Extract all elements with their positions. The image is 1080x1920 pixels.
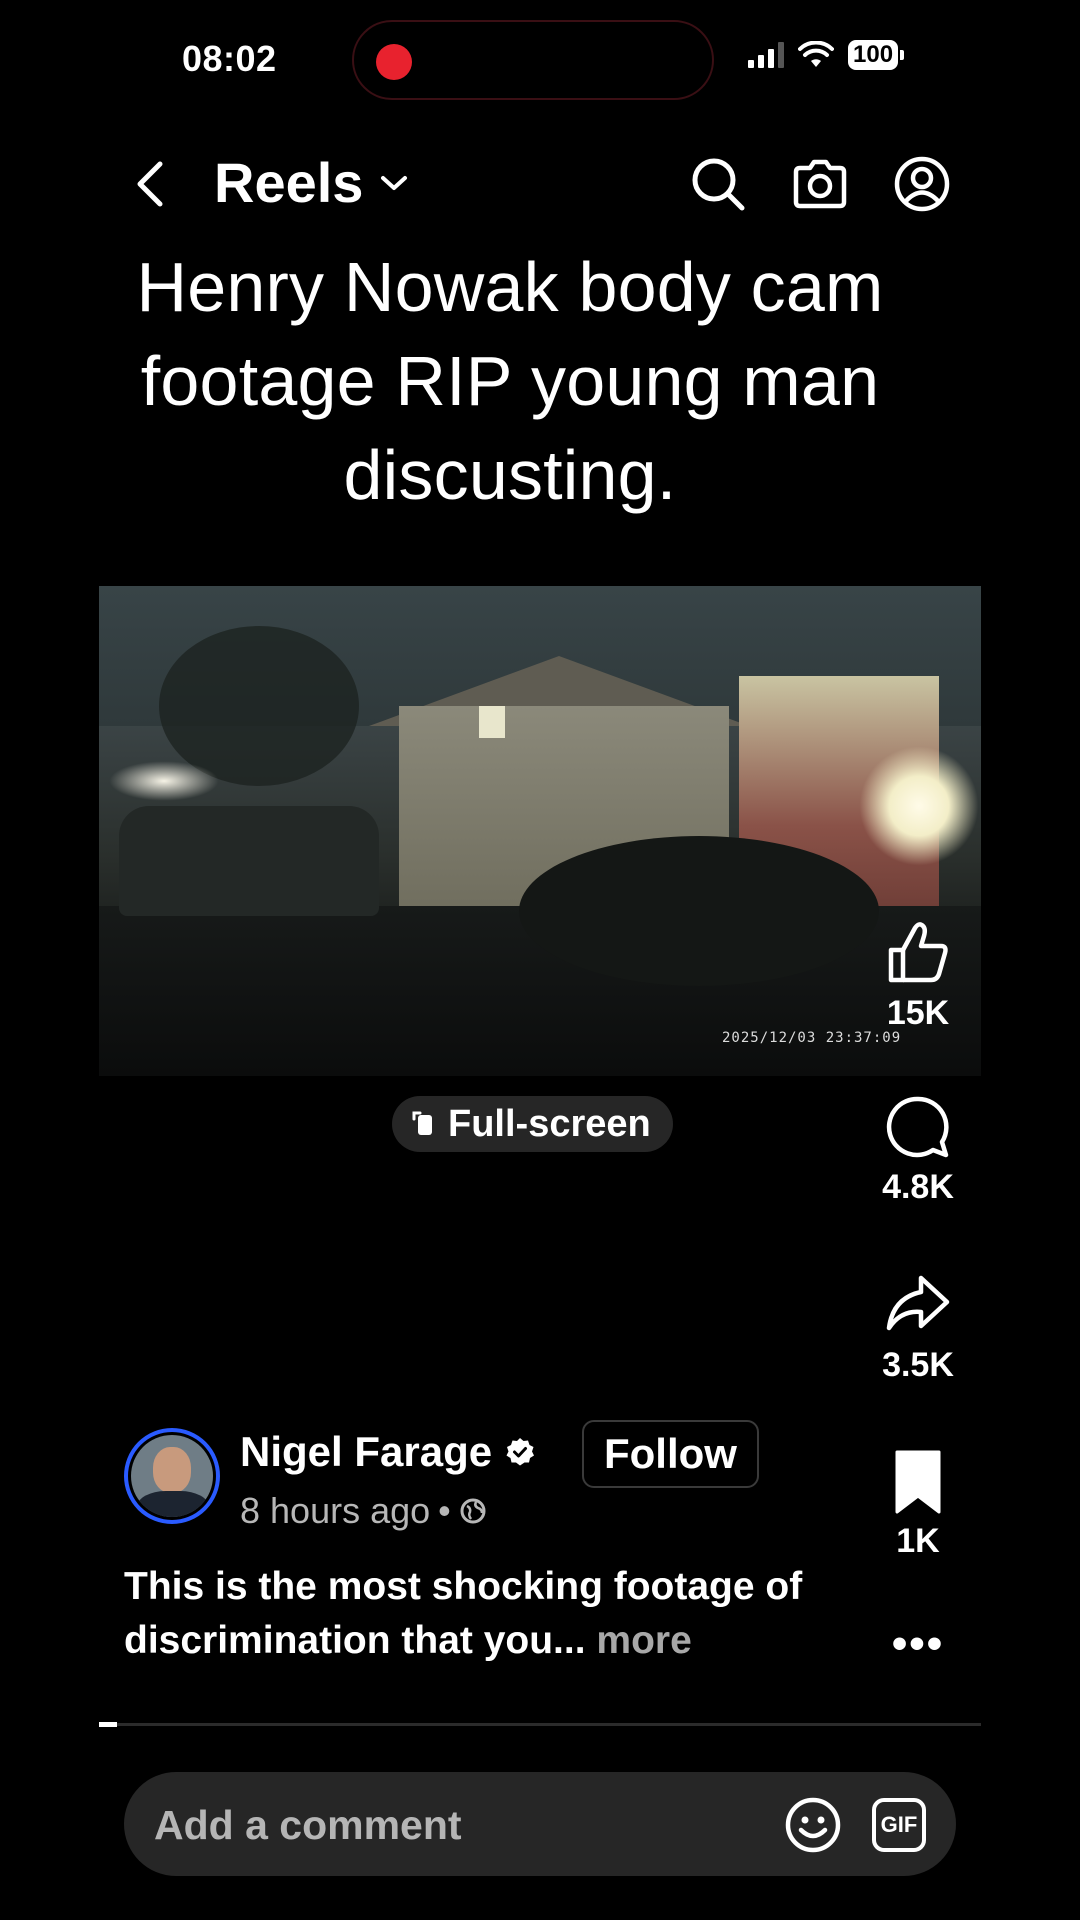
video-title: Henry Nowak body cam footage RIP young m… bbox=[136, 248, 884, 514]
author-name[interactable]: Nigel Farage bbox=[240, 1428, 536, 1476]
share-arrow-icon bbox=[886, 1275, 950, 1331]
bookmark-icon bbox=[895, 1450, 941, 1514]
caption-more-link[interactable]: more bbox=[596, 1619, 691, 1662]
status-time: 08:02 bbox=[182, 38, 277, 79]
follow-button[interactable]: Follow bbox=[582, 1420, 759, 1488]
share-count: 3.5K bbox=[882, 1346, 954, 1384]
fullscreen-label: Full-screen bbox=[448, 1102, 651, 1145]
comment-placeholder: Add a comment bbox=[154, 1802, 462, 1848]
search-icon[interactable] bbox=[688, 154, 748, 214]
caption[interactable]: This is the most shocking footage of dis… bbox=[124, 1560, 854, 1668]
status-indicators: 100 bbox=[748, 40, 905, 70]
save-count: 1K bbox=[896, 1522, 940, 1560]
like-count: 15K bbox=[886, 994, 950, 1032]
save-button[interactable]: 1K bbox=[860, 1446, 976, 1561]
like-button[interactable]: 15K bbox=[860, 918, 976, 1033]
video-progress-fill bbox=[99, 1722, 117, 1727]
fullscreen-button[interactable]: Full-screen bbox=[392, 1096, 673, 1152]
more-dots-icon: ••• bbox=[891, 1619, 945, 1668]
comment-bubble-icon bbox=[886, 1096, 949, 1158]
avatar[interactable] bbox=[124, 1428, 220, 1524]
cellular-signal-icon bbox=[748, 42, 784, 68]
caption-text: This is the most shocking footage of dis… bbox=[124, 1565, 803, 1662]
video-player[interactable] bbox=[99, 586, 981, 1076]
battery-level: 100 bbox=[848, 40, 899, 70]
page-title: Reels bbox=[214, 151, 364, 214]
dynamic-island bbox=[352, 20, 714, 100]
camera-icon[interactable] bbox=[790, 154, 850, 214]
recording-indicator bbox=[376, 44, 412, 80]
post-time: 8 hours ago bbox=[240, 1490, 431, 1531]
comment-button[interactable]: 4.8K bbox=[860, 1092, 976, 1207]
video-progress-bar[interactable] bbox=[99, 1722, 981, 1727]
reels-dropdown[interactable]: Reels bbox=[214, 150, 409, 215]
post-meta: 8 hours ago • bbox=[240, 1490, 487, 1532]
author-name-text: Nigel Farage bbox=[240, 1428, 493, 1475]
thumbs-up-icon bbox=[888, 922, 948, 983]
comment-input[interactable]: Add a comment GIF bbox=[124, 1772, 956, 1876]
dropdown-chevron-icon bbox=[381, 175, 408, 190]
share-button[interactable]: 3.5K bbox=[860, 1270, 976, 1385]
comment-count: 4.8K bbox=[882, 1168, 954, 1206]
back-chevron-icon[interactable] bbox=[130, 158, 170, 210]
globe-icon bbox=[460, 1498, 486, 1524]
more-options-button[interactable]: ••• bbox=[860, 1620, 976, 1668]
emoji-icon[interactable] bbox=[784, 1796, 842, 1854]
wifi-icon bbox=[798, 41, 834, 67]
meta-separator: • bbox=[438, 1490, 451, 1531]
fullscreen-icon bbox=[412, 1111, 432, 1135]
profile-icon[interactable] bbox=[892, 154, 952, 214]
verified-badge-icon bbox=[506, 1438, 535, 1466]
gif-button[interactable]: GIF bbox=[872, 1798, 926, 1852]
battery-icon: 100 bbox=[848, 40, 905, 70]
